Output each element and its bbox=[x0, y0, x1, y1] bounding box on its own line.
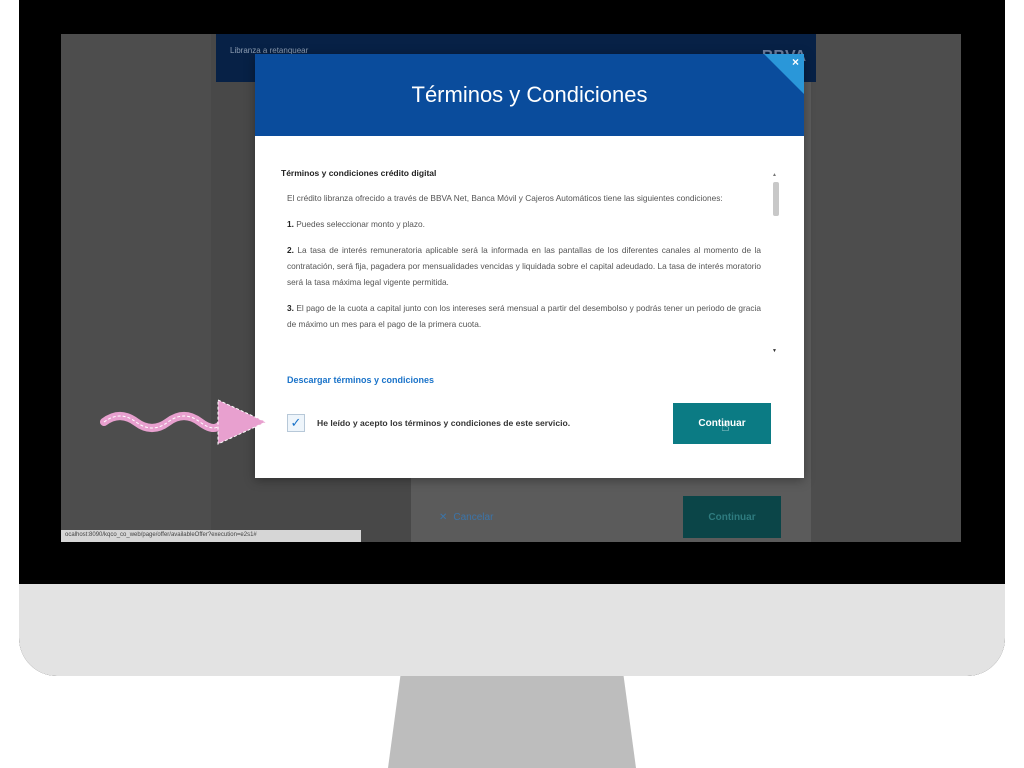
modal-title: Términos y Condiciones bbox=[411, 82, 648, 107]
terms-item: 1. Puedes seleccionar monto y plazo. bbox=[287, 219, 425, 229]
scroll-down-icon[interactable]: ▼ bbox=[772, 348, 777, 354]
download-terms-link[interactable]: Descargar términos y condiciones bbox=[287, 375, 434, 385]
terms-scrollbar[interactable]: ▲ ▼ bbox=[772, 172, 780, 354]
wavy-arrow-icon bbox=[100, 399, 268, 445]
monitor-chin bbox=[19, 584, 1005, 676]
scroll-up-icon[interactable]: ▲ bbox=[772, 172, 777, 178]
scroll-thumb[interactable] bbox=[773, 182, 779, 216]
accept-terms-label: He leído y acepto los términos y condici… bbox=[317, 418, 571, 428]
terms-modal: Términos y Condiciones × Términos y cond… bbox=[255, 54, 804, 478]
background-cancel-label: Cancelar bbox=[453, 512, 494, 523]
background-cancel-link[interactable]: ✕ Cancelar bbox=[439, 512, 499, 523]
browser-status-url: ocalhost:8090/kqco_co_web/page/offer/ava… bbox=[61, 530, 361, 542]
terms-heading: Términos y condiciones crédito digital bbox=[281, 168, 437, 178]
terms-item: 3. El pago de la cuota a capital junto c… bbox=[287, 303, 762, 329]
screen: Libranza a retanquear BBVA ✕Cancelar Con… bbox=[61, 34, 961, 542]
terms-scroll-area[interactable]: Términos y condiciones crédito digital E… bbox=[281, 168, 781, 368]
cancel-x-icon: ✕ bbox=[439, 512, 448, 523]
accept-terms-checkbox[interactable]: ✓ bbox=[287, 414, 305, 432]
monitor-stand bbox=[388, 676, 636, 768]
terms-intro: El crédito libranza ofrecido a través de… bbox=[287, 193, 723, 203]
check-icon: ✓ bbox=[290, 415, 302, 430]
modal-header: Términos y Condiciones bbox=[255, 54, 804, 136]
hand-cursor-icon: ☝ bbox=[721, 418, 730, 434]
monitor-frame: Libranza a retanquear BBVA ✕Cancelar Con… bbox=[19, 0, 1005, 676]
accept-terms-row: ✓ He leído y acepto los términos y condi… bbox=[287, 412, 607, 434]
close-icon[interactable]: × bbox=[792, 55, 799, 69]
terms-item: 2. La tasa de interés remuneratoria apli… bbox=[287, 245, 761, 287]
background-continue-button[interactable]: Continuar bbox=[683, 496, 781, 538]
